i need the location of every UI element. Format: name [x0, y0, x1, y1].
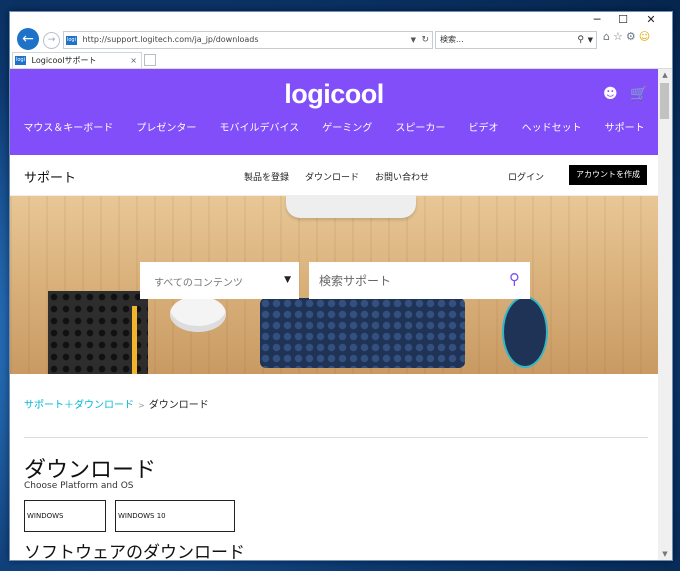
close-window-button[interactable]: ✕	[638, 12, 664, 28]
tab-title: Logicoolサポート	[31, 56, 97, 65]
forward-button[interactable]: →	[43, 32, 60, 49]
back-button[interactable]: ←	[17, 28, 39, 50]
support-title[interactable]: サポート	[24, 167, 76, 186]
browser-toolbar-icons: ⌂☆⚙☺	[603, 30, 653, 43]
minimize-button[interactable]: ─	[584, 12, 610, 28]
breadcrumb-separator: >	[138, 401, 145, 410]
home-icon[interactable]: ⌂	[603, 30, 613, 43]
search-icon[interactable]: ⚲	[577, 32, 584, 48]
category-select-value: すべてのコンテンツ	[154, 278, 243, 289]
nav-item-mouse-keyboard[interactable]: マウス＆キーボード	[23, 119, 113, 134]
title-bar: ─ ☐ ✕	[10, 12, 672, 28]
scrollbar-thumb[interactable]	[660, 83, 669, 119]
nav-item-headsets[interactable]: ヘッドセット	[522, 119, 582, 134]
browser-window: ─ ☐ ✕ ← → logi http://support.logitech.c…	[9, 11, 673, 561]
nav-item-video[interactable]: ビデオ	[468, 119, 498, 134]
software-downloads-heading: ソフトウェアのダウンロード	[24, 543, 245, 560]
scroll-down-icon[interactable]: ▼	[658, 548, 672, 560]
user-account-icon[interactable]: ☻	[603, 86, 618, 102]
vertical-scrollbar[interactable]: ▲ ▼	[658, 69, 672, 560]
nav-item-mobile-devices[interactable]: モバイルデバイス	[220, 119, 300, 134]
hero-banner: すべてのコンテンツ ▼ 検索サポート ⚲	[10, 196, 658, 374]
platform-subheading: Choose Platform and OS	[24, 481, 134, 491]
tab-favicon-icon: logi	[15, 56, 26, 65]
nav-item-support[interactable]: サポート	[605, 119, 645, 134]
back-arrow-icon: ←	[22, 31, 34, 47]
contact-link[interactable]: お問い合わせ	[375, 170, 429, 183]
register-product-link[interactable]: 製品を登録	[244, 170, 289, 183]
new-tab-button[interactable]	[144, 54, 156, 66]
main-nav: マウス＆キーボード プレゼンター モバイルデバイス ゲーミング スピーカー ビデ…	[10, 116, 658, 135]
tab-row: logi Logicoolサポート ×	[10, 52, 672, 69]
cup-image	[170, 296, 226, 332]
nav-item-gaming[interactable]: ゲーミング	[322, 119, 372, 134]
pencil-image	[132, 306, 137, 374]
login-link[interactable]: ログイン	[508, 170, 544, 183]
browser-tab[interactable]: logi Logicoolサポート ×	[12, 52, 142, 68]
favorites-star-icon[interactable]: ☆	[613, 30, 626, 43]
caret-down-icon: ▼	[284, 275, 291, 285]
support-search-input[interactable]: 検索サポート ⚲	[309, 262, 530, 299]
cart-icon[interactable]: 🛒	[630, 86, 647, 102]
browser-search-input[interactable]: 検索... ⚲ ▼	[435, 31, 597, 49]
page-title: ダウンロード	[24, 458, 157, 483]
monitor-stand-image	[286, 196, 416, 218]
refresh-icon[interactable]: ↻	[421, 32, 429, 48]
breadcrumb-current: ダウンロード	[148, 400, 209, 411]
maximize-button[interactable]: ☐	[610, 12, 636, 28]
divider	[24, 437, 648, 438]
address-bar[interactable]: logi http://support.logitech.com/ja_jp/d…	[63, 31, 433, 49]
feedback-smiley-icon[interactable]: ☺	[639, 30, 653, 43]
page-viewport: logicool ☻ 🛒 マウス＆キーボード プレゼンター モバイルデバイス ゲ…	[10, 69, 658, 560]
url-text[interactable]: http://support.logitech.com/ja_jp/downlo…	[83, 35, 259, 44]
scroll-up-icon[interactable]: ▲	[658, 69, 672, 81]
close-tab-icon[interactable]: ×	[130, 53, 137, 68]
category-select[interactable]: すべてのコンテンツ ▼	[140, 262, 299, 299]
nav-item-presenter[interactable]: プレゼンター	[136, 119, 196, 134]
chevron-down-icon[interactable]: ▼	[588, 32, 593, 48]
browser-search-placeholder: 検索...	[440, 35, 464, 44]
site-favicon-icon: logi	[66, 35, 77, 45]
address-row: ← → logi http://support.logitech.com/ja_…	[10, 28, 672, 52]
downloads-link[interactable]: ダウンロード	[305, 170, 359, 183]
create-account-button[interactable]: アカウントを作成	[569, 165, 647, 185]
os-button-windows[interactable]: WINDOWS	[24, 500, 106, 532]
chevron-down-icon[interactable]: ▼	[411, 32, 416, 48]
support-subbar: サポート 製品を登録 ダウンロード お問い合わせ ログイン アカウントを作成	[10, 155, 658, 196]
mouse-image	[502, 296, 548, 368]
forward-arrow-icon: →	[47, 35, 56, 45]
gear-icon[interactable]: ⚙	[626, 30, 639, 43]
keyboard-image	[260, 298, 465, 368]
logicool-logo[interactable]: logicool	[10, 79, 658, 110]
site-header: logicool ☻ 🛒 マウス＆キーボード プレゼンター モバイルデバイス ゲ…	[10, 69, 658, 155]
nav-item-speakers[interactable]: スピーカー	[395, 119, 445, 134]
breadcrumb: サポート＋ダウンロード > ダウンロード	[24, 396, 209, 411]
os-button-windows-10[interactable]: WINDOWS 10	[115, 500, 235, 532]
breadcrumb-link-support-downloads[interactable]: サポート＋ダウンロード	[24, 400, 134, 411]
search-icon[interactable]: ⚲	[509, 270, 520, 288]
support-search-placeholder: 検索サポート	[319, 274, 392, 288]
